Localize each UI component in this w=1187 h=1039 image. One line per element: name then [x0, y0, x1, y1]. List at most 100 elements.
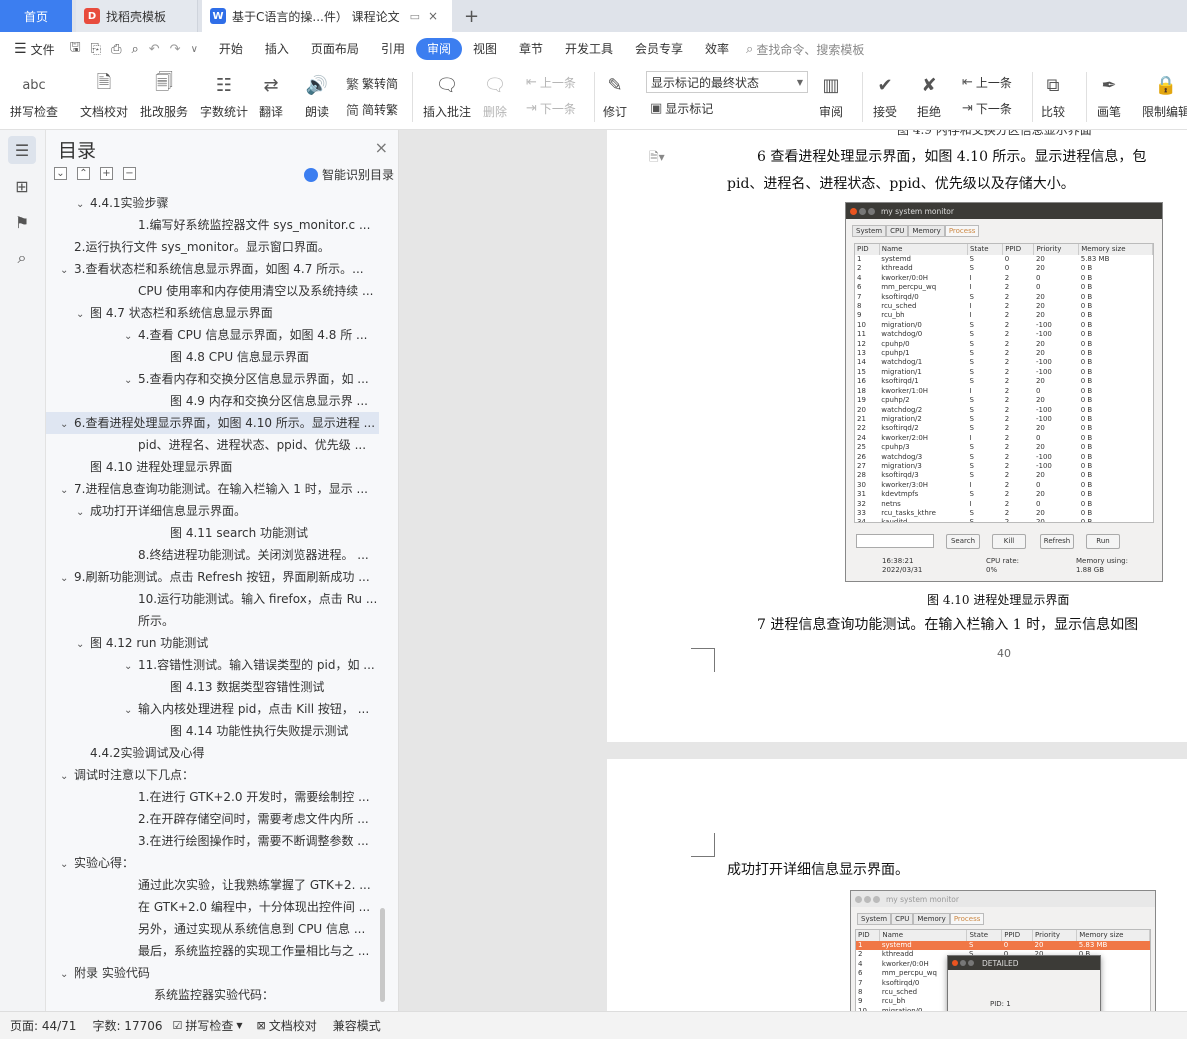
toc-item[interactable]: ⌄ 附录 实验代码 [46, 962, 379, 984]
toc-item[interactable]: ⌄ 输入内核处理进程 pid，点击 Kill 按钮， ... [46, 698, 379, 720]
revise-service-button[interactable]: 🗐 批改服务 [140, 70, 188, 120]
quick-access-more-icon[interactable]: ∨ [191, 44, 198, 55]
chevron-down-icon[interactable]: ⌄ [60, 260, 74, 280]
tab-document[interactable]: W 基于C语言的操...件） 课程论文 ▭ × [202, 0, 452, 32]
toc-item[interactable]: 10.运行功能测试。输入 firefox，点击 Ru ... [46, 588, 379, 610]
command-search[interactable]: ⌕ 查找命令、搜索模板 [746, 41, 864, 58]
chapter-nav-icon[interactable]: ⊞ [8, 172, 36, 200]
toc-item[interactable]: ⌄ 11.容错性测试。输入错误类型的 pid，如 ... [46, 654, 379, 676]
chevron-down-icon[interactable]: ⌄ [60, 568, 74, 588]
undo-icon[interactable]: ↶ [149, 42, 160, 57]
chevron-down-icon[interactable]: ⌄ [76, 194, 90, 214]
prev-comment-button[interactable]: ⇤ 上一条 [526, 74, 576, 91]
toc-item[interactable]: 8.终结进程功能测试。关闭浏览器进程。 ... [46, 544, 379, 566]
simp-to-trad-button[interactable]: 简简转繁 [346, 100, 398, 119]
print-preview-icon[interactable]: ⌕ [131, 42, 138, 57]
status-spell-check[interactable]: ☑ 拼写检查 ▼ [173, 1017, 243, 1034]
restrict-edit-button[interactable]: 🔒 限制编辑 [1142, 70, 1187, 120]
toc-item[interactable]: 通过此次实验，让我熟练掌握了 GTK+2. ... [46, 874, 379, 896]
chevron-down-icon[interactable]: ⌄ [60, 854, 74, 874]
review-pane-button[interactable]: ▥ 审阅 [818, 70, 844, 120]
chevron-down-icon[interactable]: ⌄ [60, 414, 74, 434]
toc-item[interactable]: 图 4.11 search 功能测试 [46, 522, 379, 544]
toc-item[interactable]: ⌄ 7.进程信息查询功能测试。在输入栏输入 1 时，显示 ... [46, 478, 379, 500]
toc-item[interactable]: ⌄ 3.查看状态栏和系统信息显示界面，如图 4.7 所示。... [46, 258, 379, 280]
chevron-down-icon[interactable]: ⌄ [124, 326, 138, 346]
tab-close-icon[interactable]: × [428, 9, 438, 23]
chevron-down-icon[interactable]: ⌄ [76, 634, 90, 654]
accept-button[interactable]: ✔ 接受 [872, 70, 898, 120]
trad-to-simp-button[interactable]: 繁繁转简 [346, 74, 398, 93]
toc-item[interactable]: ⌄ 4.4.1实验步骤 [46, 192, 379, 214]
show-markup-button[interactable]: ▣ 显示标记 [650, 100, 713, 117]
menu-review[interactable]: 审阅 [415, 38, 462, 60]
read-aloud-button[interactable]: 🔊 朗读 [304, 70, 330, 120]
new-tab-icon[interactable]: + [456, 0, 487, 32]
markup-state-select[interactable]: 显示标记的最终状态 ▼ [646, 71, 808, 93]
chevron-down-icon[interactable]: ⌄ [124, 370, 138, 390]
menu-chapter[interactable]: 章节 [508, 38, 554, 60]
track-changes-button[interactable]: ✎ 修订 [602, 70, 628, 120]
add-heading-icon[interactable]: + [100, 167, 113, 180]
toc-item[interactable]: 最后，系统监控器的实现工作量相比与之 ... [46, 940, 379, 962]
toc-item[interactable]: ⌄ 4.查看 CPU 信息显示界面，如图 4.8 所 ... [46, 324, 379, 346]
collapse-all-icon[interactable]: ⌄ [54, 167, 67, 180]
toc-item[interactable]: 2.运行执行文件 sys_monitor。显示窗口界面。 [46, 236, 379, 258]
delete-comment-button[interactable]: 🗨 删除 [482, 70, 508, 120]
find-icon[interactable]: ⌕ [8, 244, 36, 272]
menu-insert[interactable]: 插入 [254, 38, 300, 60]
toc-item[interactable]: ⌄ 9.刷新功能测试。点击 Refresh 按钮，界面刷新成功 ... [46, 566, 379, 588]
toc-item[interactable]: ⌄ 成功打开详细信息显示界面。 [46, 500, 379, 522]
word-count-indicator[interactable]: 字数: 17706 [92, 1017, 162, 1034]
toc-item[interactable]: 在 GTK+2.0 编程中，十分体现出控件间 ... [46, 896, 379, 918]
chevron-down-icon[interactable]: ⌄ [124, 700, 138, 720]
spell-check-button[interactable]: abc 拼写检查 [10, 70, 58, 120]
compare-button[interactable]: ⧉ 比较 [1040, 70, 1066, 120]
toc-scrollbar[interactable] [380, 908, 385, 1002]
smart-toc-button[interactable]: 智能识别目录 [303, 166, 394, 183]
paragraph-menu-icon[interactable]: 🗎▾ [649, 148, 665, 169]
export-pdf-icon[interactable]: ⎘ [91, 42, 101, 57]
translate-button[interactable]: ⇄ 翻译 [258, 70, 284, 120]
prev-change-button[interactable]: ⇤ 上一条 [962, 74, 1012, 91]
toc-item[interactable]: 1.编写好系统监控器文件 sys_monitor.c ... [46, 214, 379, 236]
status-proof[interactable]: ⊠ 文档校对 [257, 1017, 317, 1034]
chevron-down-icon[interactable]: ⌄ [60, 480, 74, 500]
next-comment-button[interactable]: ⇥ 下一条 [526, 100, 576, 117]
toc-item[interactable]: 系统监控器实验代码： [46, 984, 379, 1006]
toc-item[interactable]: ⌄ 图 4.12 run 功能测试 [46, 632, 379, 654]
reject-button[interactable]: ✘ 拒绝 [916, 70, 942, 120]
save-icon[interactable]: 🖫 [70, 38, 81, 60]
toc-item[interactable]: pid、进程名、进程状态、ppid、优先级 ... [46, 434, 379, 456]
toc-item[interactable]: 图 4.10 进程处理显示界面 [46, 456, 379, 478]
menu-start[interactable]: 开始 [208, 38, 254, 60]
toc-item[interactable]: 1.在进行 GTK+2.0 开发时，需要绘制控 ... [46, 786, 379, 808]
chevron-down-icon[interactable]: ⌄ [76, 304, 90, 324]
menu-member[interactable]: 会员专享 [624, 38, 694, 60]
toc-item[interactable]: 3.在进行绘图操作时，需要不断调整参数 ... [46, 830, 379, 852]
next-change-button[interactable]: ⇥ 下一条 [962, 100, 1012, 117]
file-menu[interactable]: ☰ 文件 [14, 41, 55, 58]
bookmark-icon[interactable]: ⚑ [8, 208, 36, 236]
toc-item[interactable]: ⌄ 调试时注意以下几点： [46, 764, 379, 786]
menu-view[interactable]: 视图 [462, 38, 508, 60]
print-icon[interactable]: ⎙ [111, 42, 121, 57]
close-icon[interactable]: × [375, 138, 388, 157]
toc-item[interactable]: 图 4.13 数据类型容错性测试 [46, 676, 379, 698]
toc-item[interactable]: 图 4.14 功能性执行失败提示测试 [46, 720, 379, 742]
ink-button[interactable]: ✒ 画笔 [1096, 70, 1122, 120]
toc-item[interactable]: 4.4.2实验调试及心得 [46, 742, 379, 764]
toc-item[interactable]: 2.在开辟存储空间时，需要考虑文件内所 ... [46, 808, 379, 830]
toc-item[interactable]: ⌄ 6.查看进程处理显示界面，如图 4.10 所示。显示进程 ... [46, 412, 379, 434]
page-indicator[interactable]: 页面: 44/71 [10, 1017, 76, 1034]
menu-layout[interactable]: 页面布局 [300, 38, 370, 60]
word-count-button[interactable]: ☷ 字数统计 [200, 70, 248, 120]
chevron-down-icon[interactable]: ⌄ [76, 502, 90, 522]
toc-item[interactable]: 图 4.9 内存和交换分区信息显示界 ... [46, 390, 379, 412]
tab-templates[interactable]: D 找稻壳模板 [76, 0, 198, 32]
redo-icon[interactable]: ↷ [170, 42, 181, 57]
toc-panel-icon[interactable]: ☰ [8, 136, 36, 164]
tab-home[interactable]: 首页 [0, 0, 72, 32]
menu-developer[interactable]: 开发工具 [554, 38, 624, 60]
chevron-down-icon[interactable]: ⌄ [60, 766, 74, 786]
